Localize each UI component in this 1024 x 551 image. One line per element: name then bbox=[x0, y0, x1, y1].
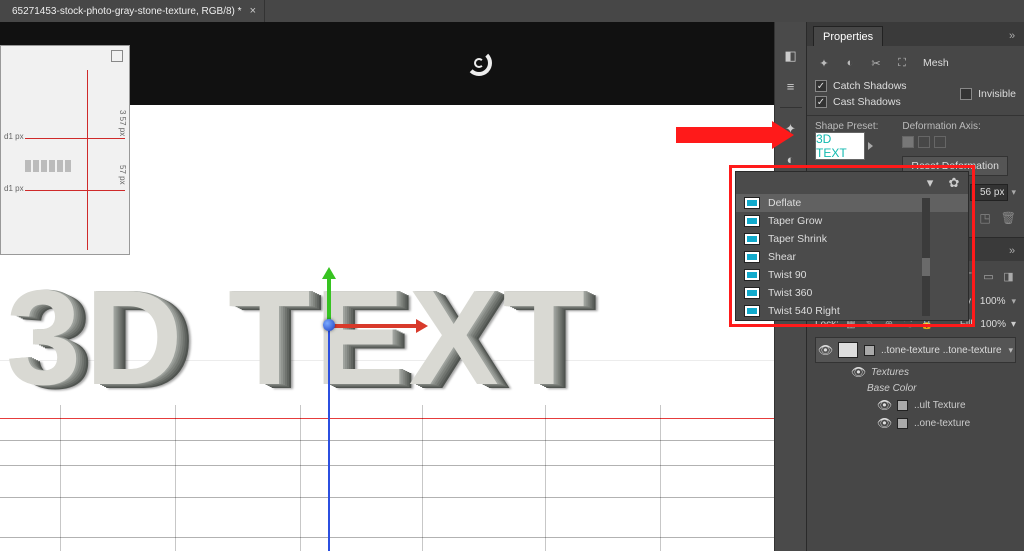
canvas-viewport[interactable]: d1 px d1 px 3 57 px 57 px bbox=[0, 22, 774, 551]
tab-properties[interactable]: Properties bbox=[813, 26, 883, 46]
document-tab-bar: 65271453-stock-photo-gray-stone-texture,… bbox=[0, 0, 1024, 22]
panel-options-icon[interactable] bbox=[111, 50, 123, 62]
ruler-label: 57 px bbox=[117, 165, 128, 185]
layer-thumbnail[interactable] bbox=[838, 342, 858, 358]
3d-text-object[interactable]: 3D TEXT bbox=[6, 260, 589, 415]
preset-item-twist-90[interactable]: Twist 90 bbox=[736, 266, 968, 284]
annotation-arrow-icon bbox=[676, 122, 794, 148]
close-icon[interactable]: × bbox=[250, 5, 256, 17]
preset-item-shear[interactable]: Shear bbox=[736, 248, 968, 266]
chevron-down-icon[interactable]: ▾ bbox=[1011, 187, 1016, 198]
layer-sub-row[interactable]: Base Color bbox=[815, 381, 1016, 396]
preset-item-label: Twist 360 bbox=[768, 287, 812, 299]
visibility-toggle-icon[interactable]: 👁 bbox=[818, 343, 832, 357]
axis-y-button[interactable] bbox=[918, 136, 930, 148]
coord-mode-icon[interactable]: ⛶ bbox=[893, 54, 911, 72]
loading-spinner-icon bbox=[466, 50, 492, 76]
filter-shape-icon[interactable]: ▭ bbox=[981, 269, 996, 284]
preset-item-label: Shear bbox=[768, 251, 796, 263]
tool-icon[interactable]: ≡ bbox=[780, 75, 802, 97]
texture-thumbnail[interactable] bbox=[897, 400, 908, 411]
catch-shadows-label: Catch Shadows bbox=[833, 80, 907, 92]
document-tab-title: 65271453-stock-photo-gray-stone-texture,… bbox=[12, 6, 242, 17]
invisible-checkbox[interactable] bbox=[960, 88, 972, 100]
chevron-down-icon[interactable]: ▾ bbox=[1011, 319, 1016, 330]
x-axis-handle[interactable] bbox=[330, 324, 420, 328]
layer-name[interactable]: ..tone-texture ..tone-texture bbox=[881, 345, 1002, 356]
origin-handle[interactable] bbox=[323, 319, 335, 331]
ruler-label: 3 57 px bbox=[117, 110, 128, 136]
axis-x-button[interactable] bbox=[902, 136, 914, 148]
y-axis-arrow-icon[interactable] bbox=[322, 267, 336, 279]
texture-name[interactable]: ..ult Texture bbox=[914, 400, 966, 411]
gear-icon[interactable]: ✿ bbox=[946, 175, 962, 191]
properties-tab-bar: Properties » bbox=[807, 22, 1024, 46]
shape-preset-thumb-text: 3D TEXT bbox=[816, 132, 864, 160]
panel-menu-icon[interactable]: » bbox=[1004, 245, 1020, 261]
filter-smart-icon[interactable]: ◨ bbox=[1001, 269, 1016, 284]
visibility-toggle-icon[interactable]: 👁 bbox=[877, 398, 891, 412]
preset-item-label: Twist 540 Right bbox=[768, 305, 840, 317]
deform-axis-label: Deformation Axis: bbox=[902, 121, 1008, 132]
chevron-down-icon[interactable]: ▾ bbox=[1011, 296, 1016, 307]
axis-z-button[interactable] bbox=[934, 136, 946, 148]
navigator-panel[interactable]: d1 px d1 px 3 57 px 57 px bbox=[0, 45, 130, 255]
preset-item-deflate[interactable]: Deflate bbox=[736, 194, 968, 212]
cast-shadows-label: Cast Shadows bbox=[833, 96, 901, 108]
deform-mode-icon[interactable]: ◐ bbox=[841, 54, 859, 72]
cap-mode-icon[interactable]: ✂ bbox=[867, 54, 885, 72]
visibility-toggle-icon[interactable]: 👁 bbox=[851, 365, 865, 379]
preset-item-label: Taper Grow bbox=[768, 215, 822, 227]
mesh-mode-icon[interactable]: ✦ bbox=[815, 54, 833, 72]
ruler-label: d1 px bbox=[3, 132, 25, 141]
ruler-label: d1 px bbox=[3, 184, 25, 193]
invisible-label: Invisible bbox=[978, 88, 1016, 100]
preset-item-taper-shrink[interactable]: Taper Shrink bbox=[736, 230, 968, 248]
visibility-toggle-icon[interactable]: 👁 bbox=[877, 416, 891, 430]
catch-shadows-checkbox[interactable] bbox=[815, 80, 827, 92]
render-icon[interactable]: ◳ bbox=[979, 211, 990, 225]
z-axis-handle[interactable] bbox=[328, 323, 330, 551]
x-axis-arrow-icon[interactable] bbox=[416, 319, 428, 333]
cast-shadows-checkbox[interactable] bbox=[815, 96, 827, 108]
layer-sub-row[interactable]: 👁 ..ult Texture bbox=[815, 396, 1016, 414]
extrude-input-row: ▾ bbox=[970, 184, 1016, 201]
preset-item-twist-540-right[interactable]: Twist 540 Right bbox=[736, 302, 968, 320]
texture-name[interactable]: ..one-texture bbox=[914, 418, 970, 429]
preset-item-twist-360[interactable]: Twist 360 bbox=[736, 284, 968, 302]
base-color-label: Base Color bbox=[867, 383, 916, 394]
layer-sub-row[interactable]: 👁 Textures bbox=[815, 363, 1016, 381]
shape-preset-popup: ▾ ✿ Deflate Taper Grow Taper Shrink Shea… bbox=[729, 165, 975, 327]
preset-item-taper-grow[interactable]: Taper Grow bbox=[736, 212, 968, 230]
shape-preset-picker[interactable]: 3D TEXT bbox=[815, 132, 865, 160]
opacity-value[interactable]: 100% bbox=[980, 296, 1006, 307]
texture-thumbnail[interactable] bbox=[897, 418, 908, 429]
panel-menu-icon[interactable]: » bbox=[1004, 30, 1020, 46]
scrollbar[interactable] bbox=[922, 198, 930, 316]
preset-dropdown-icon[interactable]: ▾ bbox=[922, 175, 938, 191]
fill-value[interactable]: 100% bbox=[980, 319, 1006, 330]
shape-preset-label: Shape Preset: bbox=[815, 121, 878, 132]
extrude-input[interactable] bbox=[970, 184, 1008, 201]
scrollbar-thumb[interactable] bbox=[922, 258, 930, 276]
mesh-label: Mesh bbox=[923, 54, 949, 72]
preset-item-label: Twist 90 bbox=[768, 269, 807, 281]
layer-sub-row[interactable]: 👁 ..one-texture bbox=[815, 414, 1016, 432]
trash-icon[interactable]: 🗑 bbox=[1001, 211, 1016, 225]
preset-item-label: Deflate bbox=[768, 197, 801, 209]
textures-label: Textures bbox=[871, 367, 909, 378]
chevron-down-icon[interactable]: ▾ bbox=[1008, 345, 1013, 356]
shape-preset-list: Deflate Taper Grow Taper Shrink Shear Tw… bbox=[736, 194, 968, 320]
tool-icon[interactable]: ◧ bbox=[780, 45, 802, 67]
preset-item-label: Taper Shrink bbox=[768, 233, 827, 245]
layer-row[interactable]: 👁 ..tone-texture ..tone-texture ▾ bbox=[815, 337, 1016, 363]
document-tab[interactable]: 65271453-stock-photo-gray-stone-texture,… bbox=[4, 0, 265, 22]
layer-3d-badge-icon bbox=[864, 345, 875, 356]
chevron-down-icon bbox=[868, 142, 873, 150]
